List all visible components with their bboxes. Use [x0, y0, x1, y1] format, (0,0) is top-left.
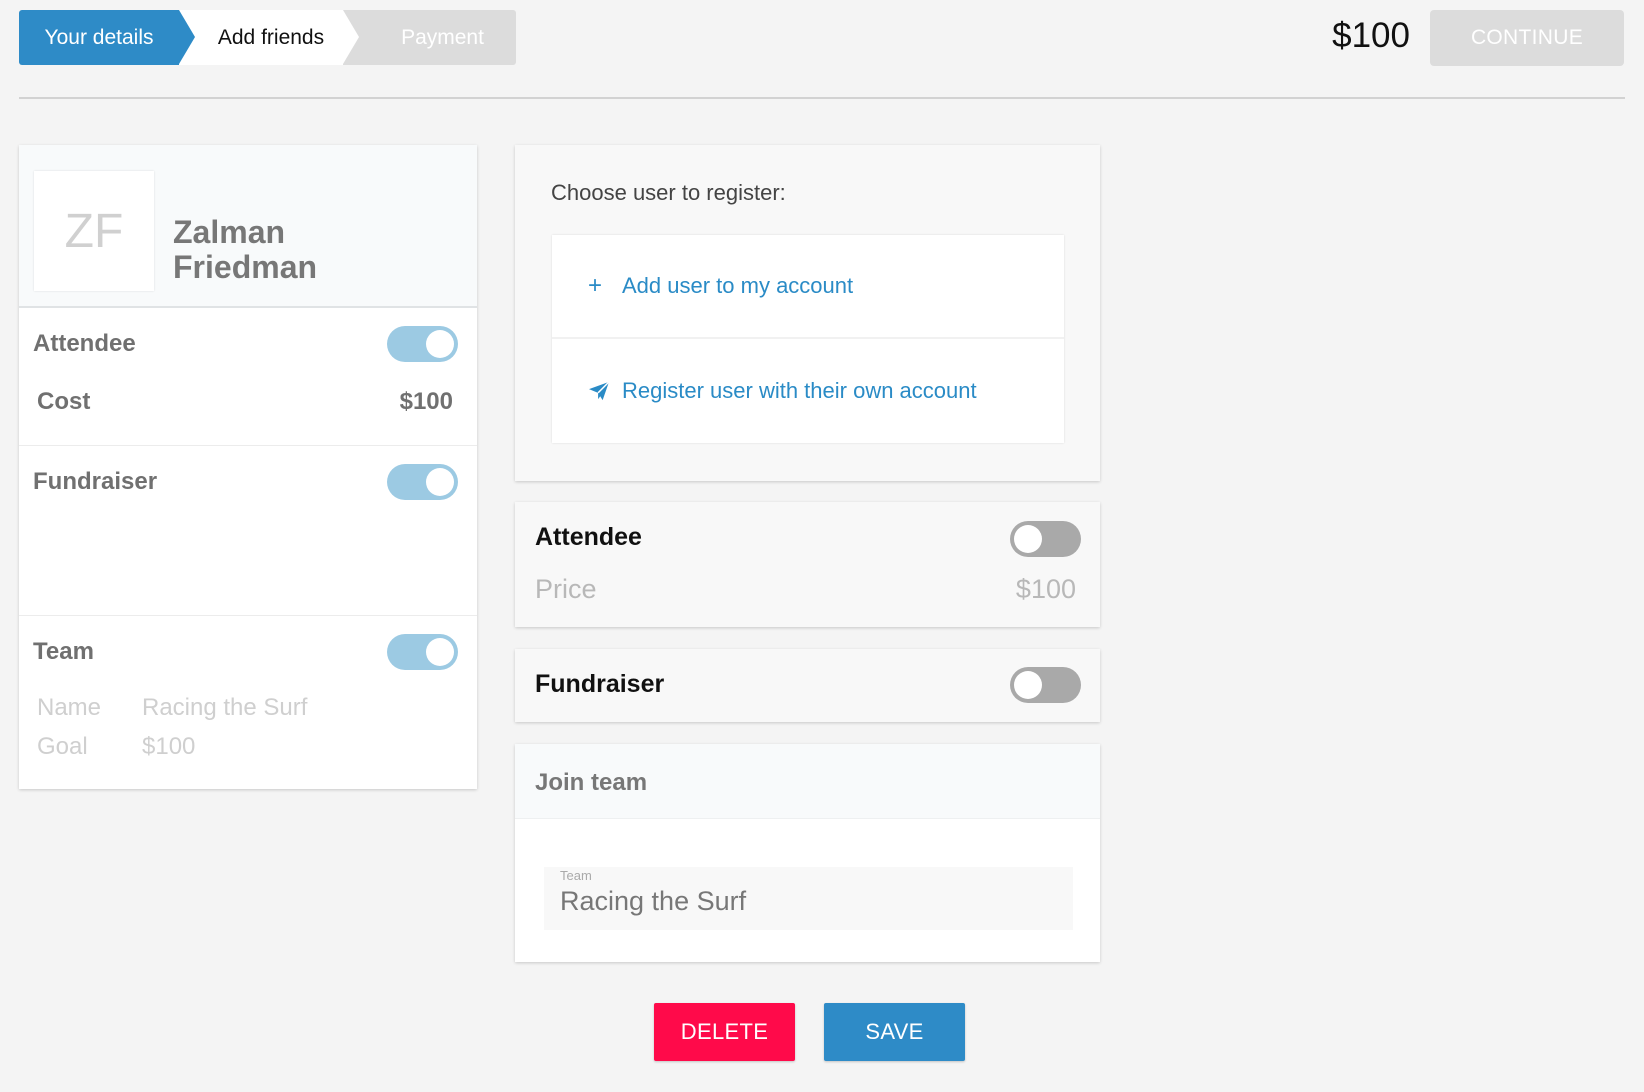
header-divider — [19, 97, 1625, 99]
team-field-value: Racing the Surf — [560, 886, 747, 916]
join-team-title: Join team — [535, 769, 648, 796]
cost-value: $100 — [399, 388, 453, 415]
cost-label: Cost — [37, 388, 91, 415]
team-field-label: Team — [560, 868, 592, 883]
fundraiser-toggle[interactable] — [387, 464, 458, 500]
step-payment: Payment — [343, 10, 516, 65]
profile-card: ZF Zalman Friedman Attendee Cost $100 Fu… — [19, 145, 477, 789]
continue-button[interactable]: CONTINUE — [1430, 10, 1624, 66]
step-your-details[interactable]: Your details — [19, 10, 195, 65]
choose-user-title: Choose user to register: — [551, 180, 786, 205]
price-value: $100 — [1015, 574, 1076, 604]
profile-team-section: Team Name Racing the Surf Goal $100 — [19, 616, 477, 787]
attendee-toggle[interactable] — [387, 326, 458, 362]
team-name-value: Racing the Surf — [142, 694, 308, 721]
team-label: Team — [33, 638, 94, 665]
profile-header: ZF Zalman Friedman — [19, 145, 477, 308]
plus-icon: + — [588, 272, 603, 299]
delete-button[interactable]: DELETE — [654, 1003, 795, 1061]
join-team-card: Join team Team Racing the Surf — [515, 744, 1100, 962]
register-own-account-label: Register user with their own account — [622, 378, 977, 403]
register-options: + Add user to my account Register user w… — [552, 235, 1064, 443]
paper-plane-icon — [588, 381, 622, 401]
step-add-friends[interactable]: Add friends — [179, 10, 359, 65]
team-goal-key: Goal — [37, 733, 88, 760]
save-button[interactable]: SAVE — [824, 1003, 965, 1061]
choose-user-card: Choose user to register: + Add user to m… — [515, 145, 1100, 481]
add-user-label: Add user to my account — [622, 273, 854, 298]
profile-name: Zalman Friedman — [173, 214, 318, 285]
team-goal-value: $100 — [142, 733, 196, 760]
fundraiser-card: Fundraiser — [515, 649, 1100, 722]
attendee-card: Attendee Price $100 — [515, 502, 1100, 627]
checkout-stepper: Your details Add friends Payment — [19, 10, 516, 65]
order-total: $100 — [1332, 16, 1410, 55]
profile-attendee-section: Attendee Cost $100 — [19, 308, 477, 446]
attendee-card-title: Attendee — [535, 523, 642, 551]
join-team-header: Join team — [515, 744, 1100, 819]
register-own-account-option[interactable]: Register user with their own account — [552, 339, 1064, 443]
profile-fundraiser-section: Fundraiser — [19, 446, 477, 616]
fundraiser-label: Fundraiser — [33, 468, 158, 495]
fundraiser-card-title: Fundraiser — [535, 670, 665, 698]
add-user-option[interactable]: + Add user to my account — [552, 235, 1064, 339]
team-toggle[interactable] — [387, 634, 458, 670]
team-name-key: Name — [37, 694, 102, 721]
attendee-card-toggle[interactable] — [1010, 521, 1081, 557]
price-label: Price — [535, 574, 597, 604]
team-field[interactable]: Team Racing the Surf — [544, 867, 1073, 930]
fundraiser-card-toggle[interactable] — [1010, 667, 1081, 703]
attendee-label: Attendee — [33, 330, 136, 357]
avatar: ZF — [34, 171, 154, 291]
